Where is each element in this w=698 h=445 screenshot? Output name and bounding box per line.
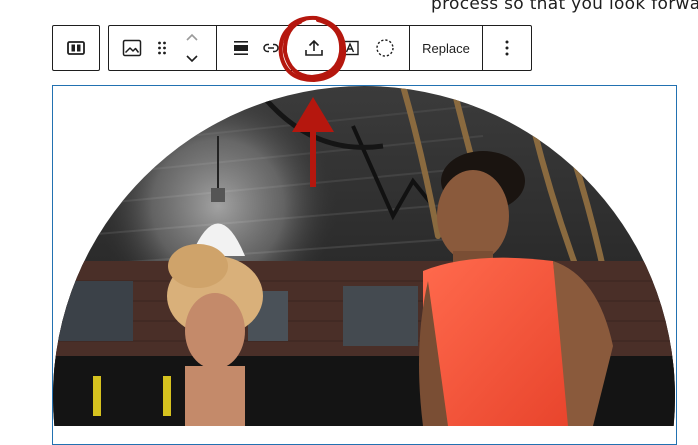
- text-overlay-icon: [341, 40, 359, 56]
- toolbar-divider: [216, 26, 217, 70]
- link-icon: [263, 43, 279, 53]
- paragraph-fragment: process so that you look forwa: [431, 0, 698, 14]
- drag-handle-icon: [158, 41, 166, 55]
- circle-crop-icon: [376, 39, 394, 57]
- block-toolbar: Replace: [108, 25, 532, 71]
- image-block[interactable]: [52, 85, 677, 445]
- circle-crop-button[interactable]: [371, 26, 399, 70]
- block-type-button[interactable]: [117, 26, 147, 70]
- more-options-button[interactable]: [483, 26, 531, 70]
- move-down-button[interactable]: [179, 48, 205, 70]
- move-down-icon: [186, 55, 198, 63]
- fitness-photo: [53, 86, 675, 426]
- replace-button[interactable]: Replace: [410, 26, 482, 70]
- image-block-icon: [122, 39, 142, 57]
- align-button[interactable]: [227, 26, 255, 70]
- text-overlay-button[interactable]: [337, 26, 363, 70]
- upload-icon: [305, 39, 323, 56]
- link-button[interactable]: [259, 26, 283, 70]
- more-options-icon: [505, 40, 509, 56]
- move-up-icon: [186, 33, 198, 41]
- select-parent-button[interactable]: [52, 25, 100, 71]
- align-icon: [234, 41, 248, 55]
- move-up-button[interactable]: [179, 26, 205, 48]
- select-parent-icon: [67, 41, 85, 55]
- drag-handle[interactable]: [151, 26, 173, 70]
- upload-button[interactable]: [299, 26, 329, 70]
